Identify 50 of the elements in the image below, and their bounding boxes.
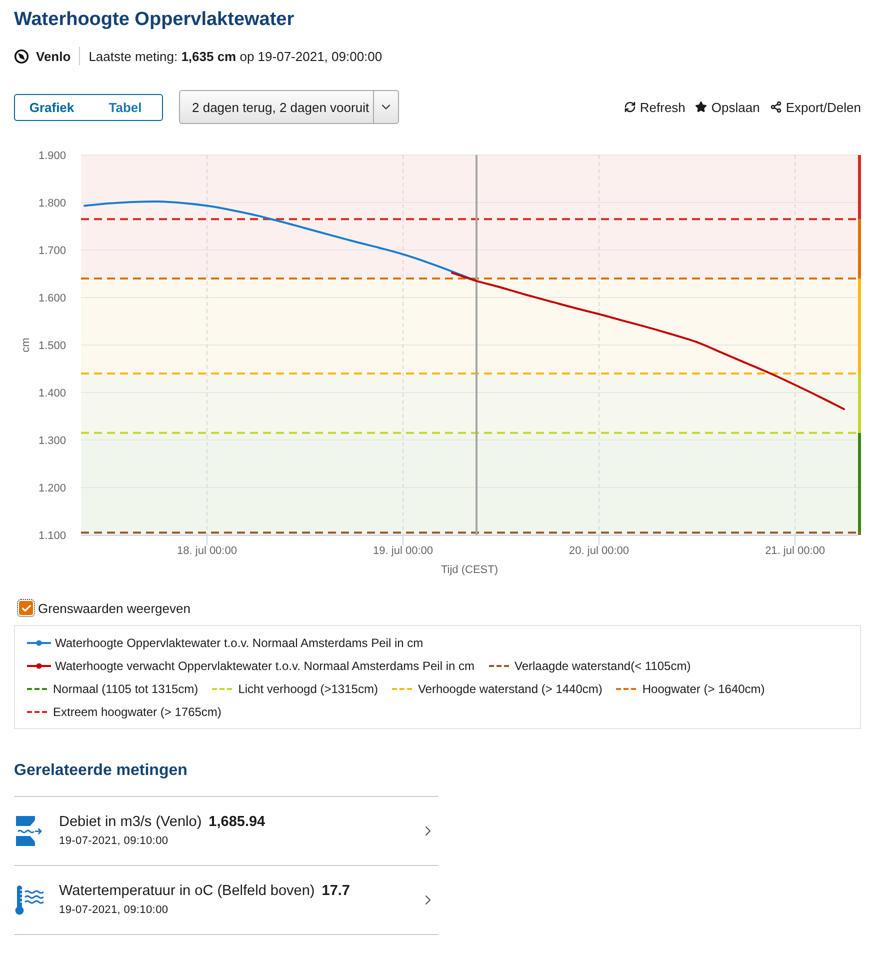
period-select[interactable]: 2 dagen terug, 2 dagen vooruit [179,90,400,124]
star-icon [695,101,708,113]
view-tab[interactable]: Tabel [88,94,162,120]
y-axis-label: 1.300 [38,435,66,447]
x-axis-label: 19. jul 00:00 [373,545,433,557]
measurement-value: 1,685.94 [208,813,266,831]
legend-label: Verhoogde waterstand (> 1440cm) [418,682,602,696]
measurement-value: 17.7 [322,882,350,900]
legend-label: Waterhoogte verwacht Oppervlaktewater t.o.v. Normaal Amsterdams Peil in cm [55,658,474,672]
water-flow-icon [16,816,42,846]
legend-label: Waterhoogte Oppervlaktewater t.o.v. Normaal Amsterdams Peil in cm [55,636,424,650]
y-axis-label: 1.100 [38,530,66,542]
legend-label: Extreem hoogwater (> 1765cm) [53,704,222,718]
x-axis-label: 20. jul 00:00 [569,545,629,557]
measurement-label: Debiet in m3/s (Venlo) [59,813,202,831]
y-axis-label: 1.500 [38,340,66,352]
compass-icon [14,48,29,64]
x-axis-title: Tijd (CEST) [440,564,498,576]
refresh-icon [624,101,636,113]
legend-label: Licht verhoogd (>1315cm) [238,682,378,696]
y-axis-label: 1.800 [38,198,66,210]
latest-measurement: Laatste meting: 1,635 cm op 19-07-2021, 09:00:00 [88,48,382,64]
y-axis-label: 1.900 [38,150,66,162]
y-axis-title: cm [20,338,32,352]
measurement-time: 19-07-2021, 09:10:00 [59,903,170,918]
legend-label: Normaal (1105 tot 1315cm) [53,682,198,696]
measurement-label: Watertemperatuur in oC (Belfeld boven) [59,882,315,900]
location-name: Venlo [36,48,71,64]
share-icon [770,101,782,113]
share-button[interactable]: Export/Delen [770,100,861,114]
save-button[interactable]: Opslaan [695,100,760,114]
thermometer-icon [14,885,44,915]
legend-label: Hoogwater (> 1640cm) [642,682,765,696]
y-axis-label: 1.600 [38,292,66,304]
legend-label: Verlaagde waterstand(< 1105cm) [514,658,691,672]
thresholds-checkbox[interactable] [19,601,33,615]
y-axis-label: 1.200 [38,482,66,494]
related-measurement-row[interactable]: Debiet in m3/s (Venlo) 1,685.94 19-07-2021, 09:10:00 [14,796,438,865]
related-measurement-row[interactable]: Watertemperatuur in oC (Belfeld boven) 17.7 19-07-2021, 09:10:00 [14,865,438,934]
checkmark-icon [20,602,32,614]
measurement-time: 19-07-2021, 09:10:00 [59,834,170,849]
y-axis-label: 1.700 [38,245,66,257]
view-tab[interactable]: Grafiek [15,94,88,120]
checkbox-label: Grenswaarden weergeven [38,600,190,616]
refresh-button[interactable]: Refresh [624,100,686,114]
x-axis-label: 21. jul 00:00 [765,545,825,557]
x-axis-label: 18. jul 00:00 [177,545,237,557]
page-title: Waterhoogte Oppervlaktewater [14,8,294,32]
y-axis-label: 1.400 [38,388,66,400]
section-title: Gerelateerde metingen [14,761,188,781]
